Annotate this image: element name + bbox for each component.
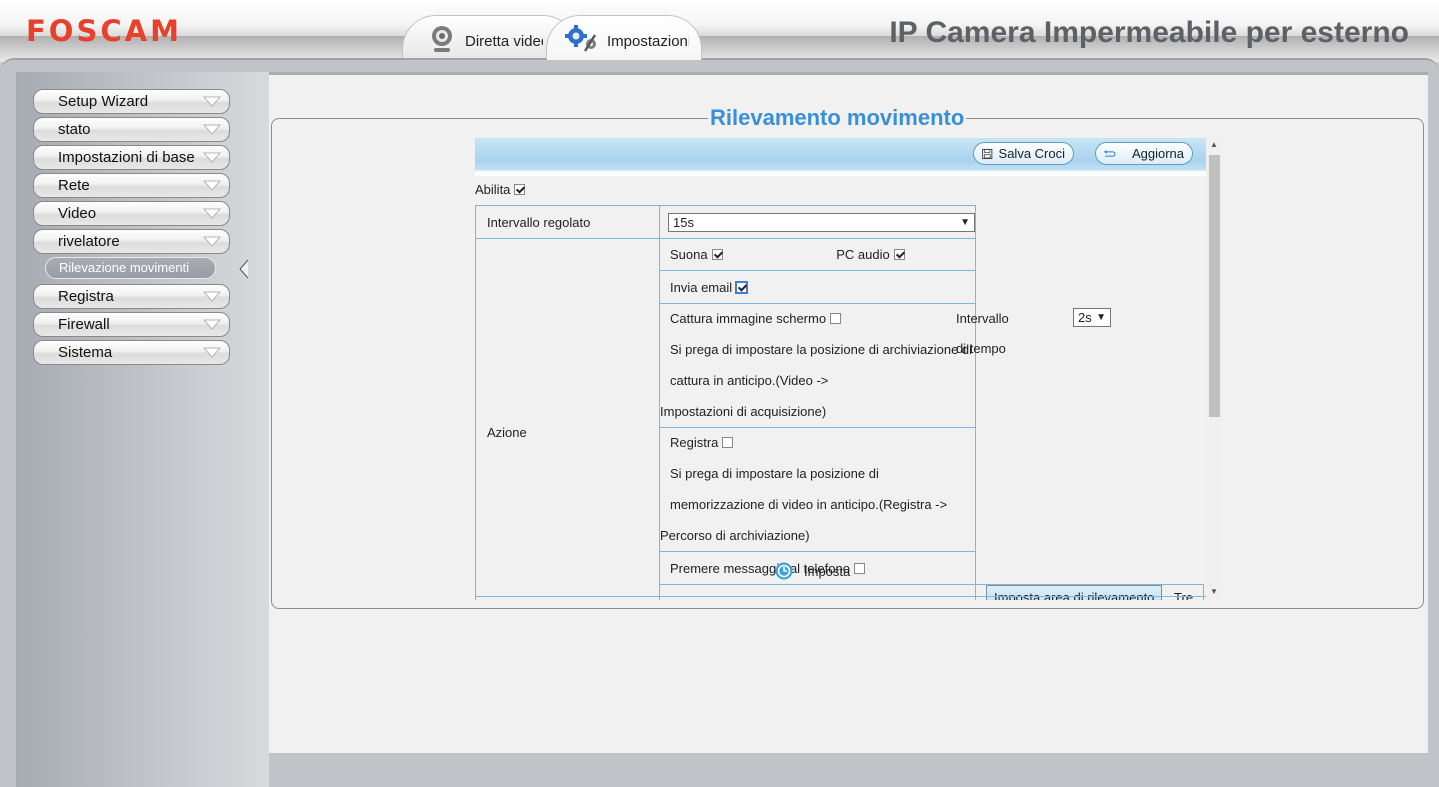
sidebar-item-setup-wizard[interactable]: Setup Wizard <box>33 89 230 114</box>
refresh-button[interactable]: Aggiorna <box>1095 142 1193 165</box>
chevron-down-icon <box>203 124 221 135</box>
toolbar: Salva Croci Aggiorna <box>475 138 1206 176</box>
header: FOSCAM Diretta video Impostazioni IP Cam… <box>0 0 1439 62</box>
page-title: Rilevamento movimento <box>708 105 967 131</box>
tab-settings-label: Impostazioni <box>607 32 689 50</box>
sidebar-item-impostazioni-di-base[interactable]: Impostazioni di base <box>33 145 230 170</box>
sidebar-item-registra[interactable]: Registra <box>33 284 230 309</box>
sidebar-item-label: Sistema <box>58 344 113 361</box>
time-interval-select[interactable]: 2s ▼ <box>1073 308 1111 327</box>
snapshot-note-line1: Si prega di impostare la posizione di ar… <box>670 342 973 388</box>
sidebar-item-label: Setup Wizard <box>58 93 149 110</box>
save-button[interactable]: Salva Croci <box>973 142 1074 165</box>
sidebar-item-label: rivelatore <box>58 233 120 250</box>
record-note-line2: Percorso di archiviazione) <box>660 528 810 543</box>
active-pointer-icon <box>239 259 249 279</box>
apply-button[interactable]: Imposta <box>775 562 850 580</box>
sidebar-item-label: Impostazioni di base <box>58 149 195 166</box>
refresh-button-label: Aggiorna <box>1131 146 1184 161</box>
chevron-down-icon <box>203 291 221 302</box>
sound-checkbox[interactable] <box>711 249 723 260</box>
sidebar-item-label: Rete <box>58 177 90 194</box>
snapshot-note-line2: Impostazioni di acquisizione) <box>660 404 827 419</box>
snapshot-checkbox[interactable] <box>830 313 842 324</box>
interval-select[interactable]: 15s ▼ <box>668 212 975 232</box>
sound-cell: Suona PC audio <box>659 238 976 271</box>
chevron-down-icon <box>203 347 221 358</box>
sidebar-item-rete[interactable]: Rete <box>33 173 230 198</box>
dropdown-arrow-icon: ▼ <box>1096 312 1106 323</box>
action-label: Azione <box>475 238 660 600</box>
foscam-logo: FOSCAM <box>26 14 182 48</box>
dropdown-arrow-icon: ▼ <box>960 216 970 228</box>
refresh-arrow-icon <box>1103 149 1116 157</box>
sidebar-item-video[interactable]: Video <box>33 201 230 226</box>
floppy-disk-icon <box>982 148 993 159</box>
sidebar-item-label: Registra <box>58 288 114 305</box>
enable-label: Abilita <box>475 182 511 197</box>
tab-settings[interactable]: Impostazioni <box>546 15 702 60</box>
record-label: Registra <box>670 435 719 450</box>
chevron-down-icon <box>203 96 221 107</box>
sidebar-item-label: Firewall <box>58 316 110 333</box>
chevron-down-icon <box>203 319 221 330</box>
sidebar-item-label: Video <box>58 205 97 222</box>
chevron-down-icon <box>203 236 221 247</box>
interval-cell: 15s ▼ <box>659 205 976 239</box>
sidebar-subitem-motion-detection[interactable]: Rilevazione movimenti <box>45 257 216 279</box>
sidebar-item-stato[interactable]: stato <box>33 117 230 142</box>
sidebar-item-sistema[interactable]: Sistema <box>33 340 230 365</box>
scroll-thumb[interactable] <box>1209 155 1220 417</box>
table-row: Azione Suona PC audio <box>475 238 1204 600</box>
sidebar-item-label: stato <box>58 121 91 138</box>
divider <box>475 596 1206 599</box>
snapshot-label: Cattura immagine schermo <box>670 311 827 326</box>
save-button-label: Salva Croci <box>998 146 1065 161</box>
enable-checkbox[interactable] <box>514 184 526 195</box>
email-label: Invia email <box>670 279 733 295</box>
sidebar-item-firewall[interactable]: Firewall <box>33 312 230 337</box>
push-checkbox[interactable] <box>853 562 865 574</box>
app-title: IP Camera Impermeabile per esterno <box>889 16 1409 49</box>
gears-icon <box>565 25 599 57</box>
webcam-icon <box>427 24 457 58</box>
record-cell: Registra Si prega di impostare la posizi… <box>659 427 976 552</box>
scroll-down-icon[interactable]: ▼ <box>1210 587 1218 596</box>
time-interval-value: 2s <box>1078 310 1092 325</box>
record-checkbox[interactable] <box>722 437 734 448</box>
snapshot-cell: Cattura immagine schermo Intervallo di t… <box>659 303 1111 428</box>
chevron-down-icon <box>203 180 221 191</box>
apply-clock-icon <box>775 562 793 580</box>
chevron-down-icon <box>203 208 221 219</box>
interval-select-value: 15s <box>673 214 694 230</box>
settings-scroll-area: Salva Croci Aggiorna Abilita Intervallo … <box>475 138 1222 600</box>
chevron-down-icon <box>203 152 221 163</box>
enable-row: Abilita <box>475 182 526 197</box>
time-interval-label: Intervallo di tempo <box>956 311 1009 356</box>
email-cell: Invia email <box>659 270 976 304</box>
tab-live-video-label: Diretta video <box>465 32 543 50</box>
main-panel: Rilevamento movimento Salva Croci Aggior… <box>269 72 1428 753</box>
interval-label: Intervallo regolato <box>475 205 660 239</box>
email-checkbox[interactable] <box>735 280 749 294</box>
record-note-line1: Si prega di impostare la posizione di me… <box>670 466 948 512</box>
scroll-up-icon[interactable]: ▲ <box>1210 140 1218 149</box>
pc-audio-label: PC audio <box>836 247 890 262</box>
apply-label: Imposta <box>804 563 851 579</box>
table-row: Intervallo regolato 15s ▼ <box>475 205 1204 239</box>
vertical-scrollbar[interactable]: ▲ ▼ <box>1206 138 1222 600</box>
motion-settings-table: Intervallo regolato 15s ▼ Azione Suona P… <box>475 205 1204 600</box>
sidebar-item-rivelatore[interactable]: rivelatore <box>33 229 230 254</box>
pc-audio-checkbox[interactable] <box>893 249 905 260</box>
sound-label: Suona <box>670 247 708 262</box>
